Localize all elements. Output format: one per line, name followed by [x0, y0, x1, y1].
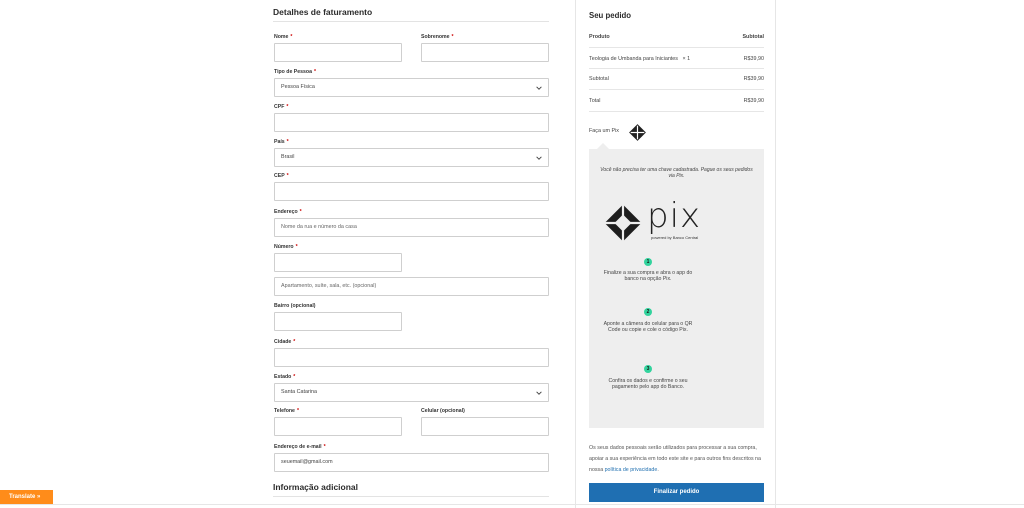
subtotal-column-header: Subtotal [742, 34, 764, 40]
telefone-input[interactable] [274, 417, 402, 436]
nome-input[interactable] [274, 43, 402, 62]
privacy-notice: Os seus dados pessoais serão utilizados … [589, 443, 767, 476]
cidade-input[interactable] [274, 348, 549, 367]
product-column-header: Produto [589, 34, 610, 40]
pix-logo-tagline: powered by Banco Central [651, 235, 699, 240]
subtotal-label: Subtotal [589, 76, 609, 82]
estado-value: Santa Catarina [281, 389, 317, 395]
divider [589, 111, 764, 112]
step-2-badge: 2 [644, 308, 652, 316]
chevron-down-icon [536, 391, 542, 395]
telefone-label: Telefone * [274, 408, 299, 414]
tipo-pessoa-select[interactable]: Pessoa Física [274, 78, 549, 97]
cep-input[interactable] [274, 182, 549, 201]
order-item-qty: × 1 [682, 56, 691, 62]
pix-method-label: Faça um Pix [589, 128, 619, 134]
numero-label: Número * [274, 244, 298, 250]
step-1-text: Finalize a sua compra e abra o app do ba… [603, 270, 693, 282]
pix-icon [629, 124, 646, 141]
estado-select[interactable]: Santa Catarina [274, 383, 549, 402]
total-value: R$39,90 [743, 98, 764, 104]
tipo-pessoa-label: Tipo de Pessoa * [274, 69, 316, 75]
email-label: Endereço de e-mail * [274, 444, 326, 450]
pais-value: Brasil [281, 154, 295, 160]
billing-title: Detalhes de faturamento [273, 7, 373, 17]
nome-label: Nome * [274, 34, 293, 40]
bairro-input[interactable] [274, 312, 402, 331]
endereco-placeholder: Nome da rua e número da casa [281, 224, 357, 230]
order-summary: Seu pedido Produto Subtotal Teologia de … [575, 0, 776, 508]
chevron-down-icon [536, 86, 542, 90]
cpf-label: CPF * [274, 104, 289, 110]
order-item: Teologia de Umbanda para Iniciantes × 1 … [589, 56, 764, 62]
total-row: Total R$39,90 [589, 98, 764, 104]
celular-input[interactable] [421, 417, 549, 436]
cidade-label: Cidade * [274, 339, 296, 345]
order-item-name: Teologia de Umbanda para Iniciantes [589, 56, 679, 62]
estado-label: Estado * [274, 374, 296, 380]
divider [273, 21, 549, 22]
translate-button[interactable]: Translate » [0, 490, 53, 504]
pais-label: País * [274, 139, 289, 145]
order-title: Seu pedido [589, 11, 632, 20]
pais-select[interactable]: Brasil [274, 148, 549, 167]
pix-intro-text: Você não precisa ter uma chave cadastrad… [600, 167, 753, 179]
finalize-order-button[interactable]: Finalizar pedido [589, 483, 764, 502]
step-1-badge: 1 [644, 258, 652, 266]
divider [589, 68, 764, 69]
privacy-policy-link[interactable]: política de privacidade [605, 467, 658, 473]
total-label: Total [589, 98, 601, 104]
order-item-price: R$39,90 [743, 56, 764, 62]
email-placeholder: seuemail@gmail.com [281, 459, 333, 465]
cpf-input[interactable] [274, 113, 549, 132]
pix-instructions-panel: Você não precisa ter uma chave cadastrad… [589, 149, 764, 428]
step-3-text: Confira os dados e confirme o seu pagame… [608, 378, 688, 390]
bairro-label: Bairro (opcional) [274, 303, 316, 309]
subtotal-row: Subtotal R$39,90 [589, 76, 764, 82]
step-3-badge: 3 [644, 365, 652, 373]
divider [589, 47, 764, 48]
complemento-input[interactable]: Apartamento, suíte, sala, etc. (opcional… [274, 277, 549, 296]
step-2-text: Aponte a câmera do celular para o QR Cod… [603, 321, 693, 333]
tipo-pessoa-value: Pessoa Física [281, 84, 315, 90]
order-table-header: Produto Subtotal [589, 34, 764, 40]
page-bottom-border [0, 504, 1024, 505]
sobrenome-input[interactable] [421, 43, 549, 62]
pix-logo-text: pix [647, 196, 702, 236]
divider [273, 496, 549, 497]
cep-label: CEP * [274, 173, 289, 179]
celular-label: Celular (opcional) [421, 408, 465, 414]
chevron-down-icon [536, 156, 542, 160]
numero-input[interactable] [274, 253, 402, 272]
billing-form: Detalhes de faturamento Nome * Sobrenome *… [273, 0, 551, 508]
endereco-label: Endereço * [274, 209, 302, 215]
pix-logo-icon [604, 204, 642, 242]
divider [589, 89, 764, 90]
subtotal-value: R$39,90 [743, 76, 764, 82]
sobrenome-label: Sobrenome * [421, 34, 454, 40]
complemento-placeholder: Apartamento, suíte, sala, etc. (opcional… [281, 283, 377, 289]
email-input[interactable]: seuemail@gmail.com [274, 453, 549, 472]
endereco-input[interactable]: Nome da rua e número da casa [274, 218, 549, 237]
privacy-text-end: . [657, 467, 659, 473]
payment-method-pix[interactable]: Faça um Pix [589, 128, 619, 134]
additional-info-title: Informação adicional [273, 482, 359, 492]
